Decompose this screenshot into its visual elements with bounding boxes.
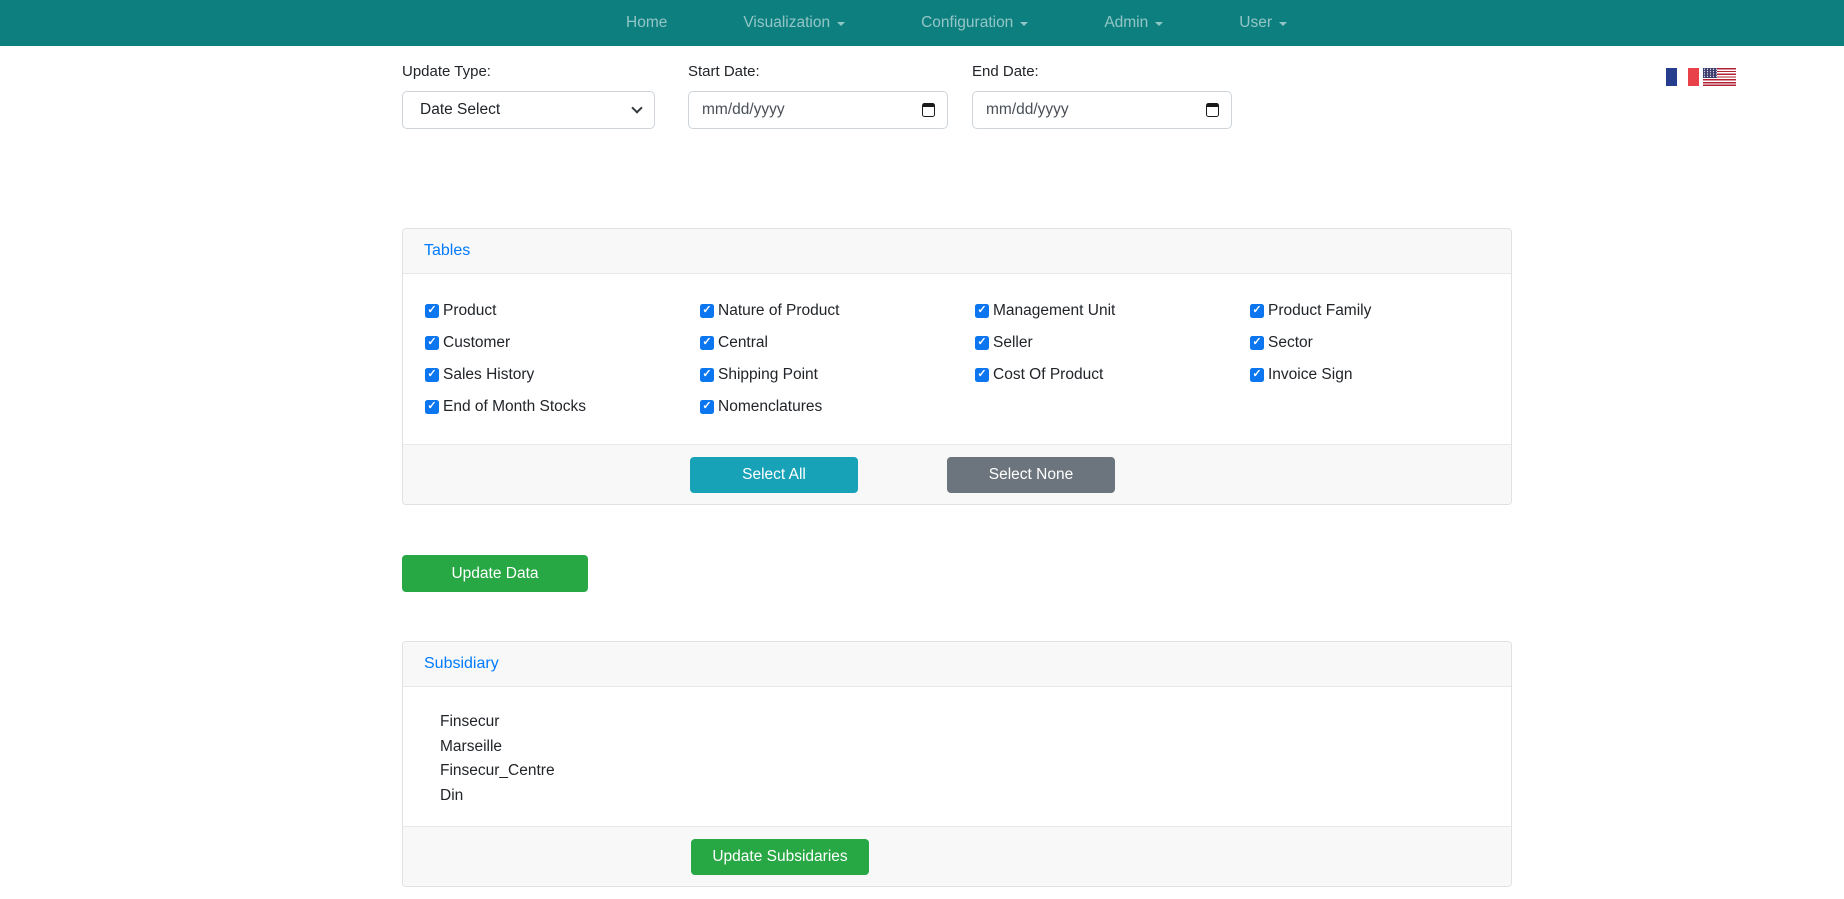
nav-item-user[interactable]: User — [1239, 14, 1287, 32]
checkbox-label: Seller — [993, 333, 1033, 351]
start-date-group: Start Date: mm/dd/yyyy — [688, 63, 948, 129]
table-checkbox-management-unit[interactable]: Management Unit — [975, 301, 1250, 320]
main-content: Update Type: Date Select Start Date: mm/… — [402, 46, 1512, 887]
nav-item-home[interactable]: Home — [626, 14, 667, 32]
table-checkbox-invoice-sign[interactable]: Invoice Sign — [1250, 365, 1511, 384]
subsidiary-list-item: Marseille — [440, 737, 503, 755]
chevron-down-icon — [631, 102, 643, 114]
start-date-placeholder: mm/dd/yyyy — [702, 101, 785, 118]
subsidiary-list-item: Finsecur — [440, 713, 500, 730]
checkbox-checked-icon[interactable] — [425, 335, 439, 350]
caret-down-icon — [1020, 22, 1029, 26]
checkbox-checked-icon[interactable] — [1250, 335, 1264, 350]
checkbox-checked-icon[interactable] — [975, 303, 989, 318]
table-checkbox-product-family[interactable]: Product Family — [1250, 301, 1511, 320]
subsidiary-list: Finsecur Marseille Finsecur_Centre Din — [403, 687, 1511, 826]
language-switcher — [1666, 68, 1736, 86]
checkbox-label: Product — [443, 301, 497, 319]
checkbox-label: Shipping Point — [718, 365, 818, 383]
subsidiary-card-footer: Update Subsidaries — [403, 826, 1511, 886]
start-date-input[interactable]: mm/dd/yyyy — [688, 91, 948, 129]
french-flag-icon[interactable] — [1666, 68, 1699, 86]
tables-card-title: Tables — [424, 242, 471, 259]
nav-item-label: User — [1239, 14, 1272, 31]
table-checkbox-sales-history[interactable]: Sales History — [425, 365, 700, 384]
us-flag-icon[interactable] — [1703, 68, 1736, 86]
table-checkbox-central[interactable]: Central — [700, 333, 975, 352]
table-checkbox-product[interactable]: Product — [425, 301, 700, 320]
top-navbar: Home Visualization Configuration Admin U… — [0, 0, 1844, 46]
table-checkbox-shipping-point[interactable]: Shipping Point — [700, 365, 975, 384]
checkbox-label: Management Unit — [993, 301, 1116, 319]
calendar-icon[interactable] — [1206, 103, 1219, 117]
checkbox-checked-icon[interactable] — [700, 367, 714, 382]
nav-item-label: Admin — [1104, 14, 1149, 31]
caret-down-icon — [1155, 22, 1164, 26]
update-type-selected-value: Date Select — [420, 101, 501, 118]
checkbox-checked-icon[interactable] — [700, 303, 714, 318]
start-date-label: Start Date: — [688, 63, 760, 80]
tables-card-header: Tables — [403, 229, 1511, 274]
checkbox-label: Sales History — [443, 365, 535, 383]
update-type-group: Update Type: Date Select — [402, 63, 655, 129]
update-data-button[interactable]: Update Data — [402, 555, 588, 592]
end-date-label: End Date: — [972, 63, 1039, 80]
checkbox-label: Customer — [443, 333, 511, 351]
checkbox-checked-icon[interactable] — [975, 335, 989, 350]
nav-item-label: Visualization — [743, 14, 831, 31]
update-type-select[interactable]: Date Select — [402, 91, 655, 129]
subsidiary-card-header: Subsidiary — [403, 642, 1511, 687]
table-checkbox-nature-of-product[interactable]: Nature of Product — [700, 301, 975, 320]
page: Home Visualization Configuration Admin U… — [0, 0, 1844, 899]
nav-item-label: Configuration — [921, 14, 1014, 31]
select-none-button[interactable]: Select None — [947, 456, 1115, 493]
tables-card: Tables Product Nature of Product Managem… — [402, 228, 1512, 505]
nav-item-configuration[interactable]: Configuration — [921, 14, 1029, 32]
nav-item-admin[interactable]: Admin — [1104, 14, 1164, 32]
table-checkbox-seller[interactable]: Seller — [975, 333, 1250, 352]
checkbox-label: Nomenclatures — [718, 397, 823, 415]
checkbox-checked-icon[interactable] — [1250, 303, 1264, 318]
nav-item-label: Home — [626, 14, 668, 31]
checkbox-label: Sector — [1268, 333, 1313, 351]
caret-down-icon — [1278, 22, 1287, 26]
subsidiary-list-item: Finsecur_Centre — [440, 762, 555, 779]
subsidiary-list-item: Din — [440, 786, 464, 804]
checkbox-checked-icon[interactable] — [425, 399, 439, 414]
checkbox-checked-icon[interactable] — [1250, 367, 1264, 382]
checkbox-checked-icon[interactable] — [700, 399, 714, 414]
update-type-label: Update Type: — [402, 63, 491, 80]
table-checkbox-nomenclatures[interactable]: Nomenclatures — [700, 397, 975, 416]
tables-checkbox-grid: Product Nature of Product Management Uni… — [403, 274, 1511, 444]
tables-card-footer: Select All Select None — [403, 444, 1511, 504]
end-date-group: End Date: mm/dd/yyyy — [972, 63, 1232, 129]
update-subsidiaries-button[interactable]: Update Subsidaries — [691, 838, 869, 875]
checkbox-label: Invoice Sign — [1268, 365, 1353, 383]
checkbox-label: Central — [718, 333, 768, 351]
subsidiary-card: Subsidiary Finsecur Marseille Finsecur_C… — [402, 641, 1512, 887]
checkbox-checked-icon[interactable] — [975, 367, 989, 382]
caret-down-icon — [837, 22, 846, 26]
subsidiary-card-title: Subsidiary — [424, 655, 499, 672]
calendar-icon[interactable] — [922, 103, 935, 117]
filter-row: Update Type: Date Select Start Date: mm/… — [402, 63, 1512, 129]
checkbox-checked-icon[interactable] — [425, 367, 439, 382]
end-date-input[interactable]: mm/dd/yyyy — [972, 91, 1232, 129]
end-date-placeholder: mm/dd/yyyy — [986, 101, 1069, 118]
table-checkbox-end-of-month-stocks[interactable]: End of Month Stocks — [425, 397, 700, 416]
table-checkbox-sector[interactable]: Sector — [1250, 333, 1511, 352]
checkbox-label: Nature of Product — [718, 301, 840, 319]
checkbox-checked-icon[interactable] — [700, 335, 714, 350]
checkbox-label: Cost Of Product — [993, 365, 1104, 383]
checkbox-label: End of Month Stocks — [443, 397, 587, 415]
table-checkbox-cost-of-product[interactable]: Cost Of Product — [975, 365, 1250, 384]
checkbox-checked-icon[interactable] — [425, 303, 439, 318]
checkbox-label: Product Family — [1268, 301, 1372, 319]
table-checkbox-customer[interactable]: Customer — [425, 333, 700, 352]
nav-item-visualization[interactable]: Visualization — [743, 14, 846, 32]
select-all-button[interactable]: Select All — [690, 456, 858, 493]
